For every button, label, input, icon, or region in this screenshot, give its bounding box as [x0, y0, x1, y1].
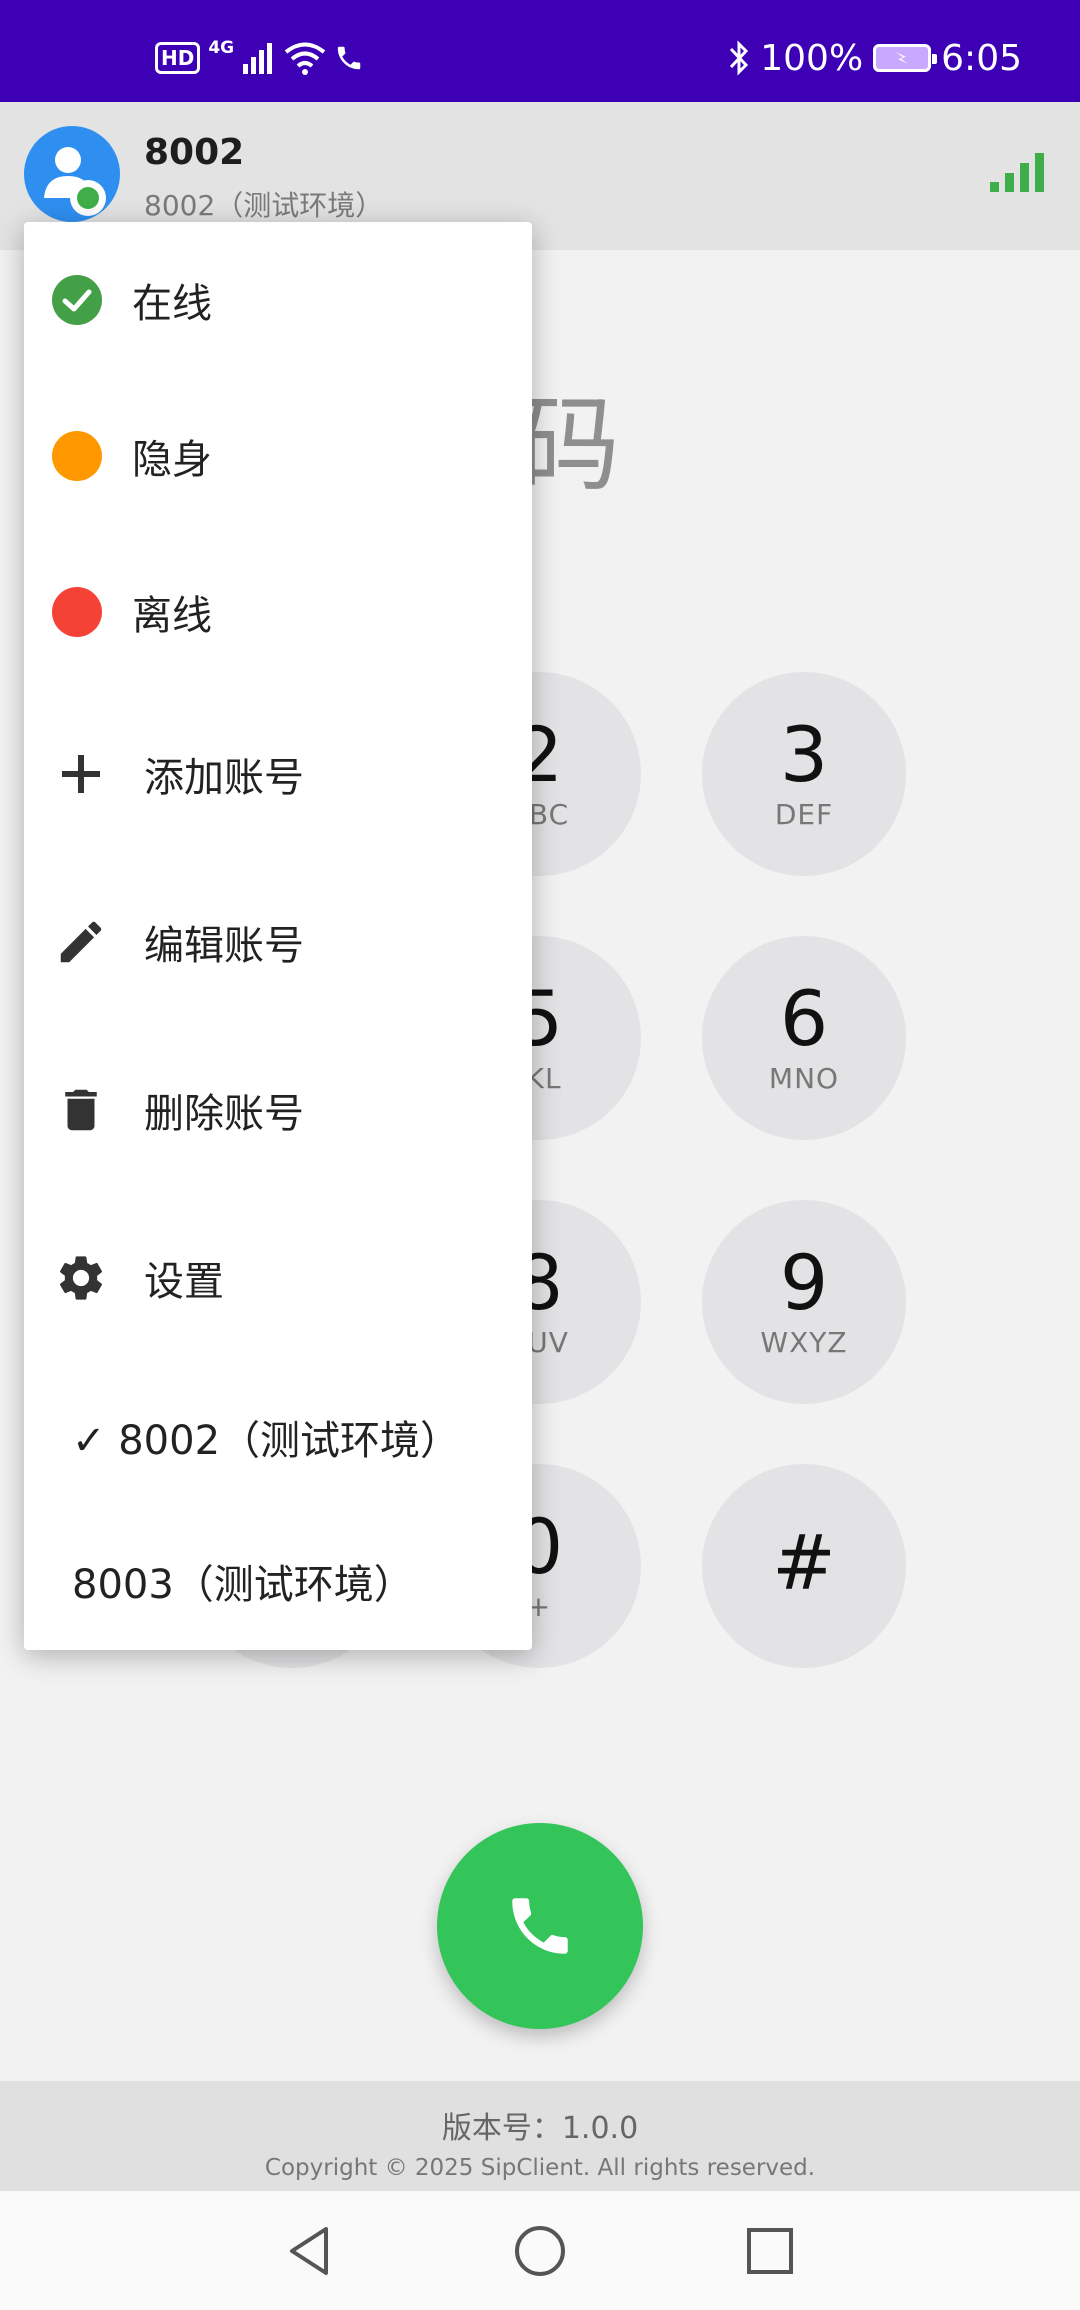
- key-hash[interactable]: #: [702, 1464, 906, 1668]
- key-letters: MNO: [768, 1062, 840, 1095]
- account-item-8003[interactable]: 8003（测试环境）: [72, 1552, 414, 1610]
- home-icon[interactable]: [510, 2221, 570, 2281]
- status-bar: HD 4G 100% 6:05: [0, 0, 1080, 102]
- pencil-icon: [60, 921, 102, 963]
- system-nav-bar: [0, 2191, 1080, 2310]
- key-digit: 9: [779, 1238, 829, 1327]
- check-circle-icon: [52, 275, 102, 325]
- menu-item-offline[interactable]: 离线: [24, 534, 532, 690]
- key-letters: DEF: [774, 798, 834, 831]
- account-menu: 在线 隐身 离线 添加账号 编辑账号 删除账号 设置 ✓ 8002（测试环境） …: [24, 222, 532, 1650]
- menu-item-label: 添加账号: [144, 755, 304, 801]
- cellular-signal-icon: [243, 43, 273, 74]
- recents-icon[interactable]: [740, 2221, 800, 2281]
- key-digit: #: [772, 1518, 836, 1607]
- phone-icon: [512, 1898, 568, 1954]
- account-label: 8002（测试环境）: [144, 189, 384, 222]
- key-letters: WXYZ: [760, 1326, 848, 1359]
- menu-item-edit-account[interactable]: 编辑账号: [24, 858, 532, 1026]
- status-dot-icon: [52, 587, 102, 637]
- back-icon[interactable]: [280, 2221, 340, 2281]
- account-number: 8002: [144, 132, 245, 173]
- call-button[interactable]: [437, 1823, 643, 2029]
- menu-item-label: 在线: [132, 281, 212, 327]
- menu-item-settings[interactable]: 设置: [24, 1194, 532, 1362]
- battery-percent: 100%: [760, 37, 864, 79]
- version-text: 版本号：1.0.0: [441, 2111, 639, 2146]
- status-dot-icon: [52, 431, 102, 481]
- call-icon: [337, 46, 361, 70]
- plus-icon: [62, 755, 100, 793]
- clock: 6:05: [941, 37, 1022, 79]
- wifi-icon: [284, 42, 326, 75]
- bluetooth-icon: [730, 40, 749, 76]
- presence-indicator-icon: [70, 180, 106, 216]
- gear-icon: [59, 1256, 103, 1300]
- key-3[interactable]: 3 DEF: [702, 672, 906, 876]
- account-item-8002[interactable]: ✓ 8002（测试环境）: [72, 1408, 460, 1466]
- menu-item-label: 删除账号: [144, 1091, 304, 1137]
- menu-item-delete-account[interactable]: 删除账号: [24, 1026, 532, 1194]
- network-type-label: 4G: [208, 38, 235, 58]
- menu-item-online[interactable]: 在线: [24, 222, 532, 378]
- key-9[interactable]: 9 WXYZ: [702, 1200, 906, 1404]
- copyright-text: Copyright © 2025 SipClient. All rights r…: [264, 2155, 816, 2181]
- status-right-icons: 100% 6:05: [728, 36, 1022, 80]
- footer: 版本号：1.0.0 Copyright © 2025 SipClient. Al…: [0, 2081, 1080, 2191]
- key-6[interactable]: 6 MNO: [702, 936, 906, 1140]
- menu-item-label: 设置: [144, 1259, 224, 1305]
- menu-item-add-account[interactable]: 添加账号: [24, 690, 532, 858]
- key-digit: 3: [779, 710, 829, 799]
- registration-signal-icon: [990, 153, 1044, 192]
- menu-item-label: 编辑账号: [144, 923, 304, 969]
- status-left-icons: HD 4G: [155, 38, 364, 78]
- trash-icon: [65, 1089, 97, 1131]
- battery-charging-icon: [873, 44, 938, 72]
- dialer-screen: HD 4G 100% 6:05 8002 8002（测试环境） 2 ABC 3 …: [0, 0, 1080, 2310]
- hd-icon: HD: [155, 42, 201, 74]
- key-digit: 6: [779, 974, 829, 1063]
- menu-item-label: 离线: [132, 593, 212, 639]
- menu-item-label: 隐身: [132, 437, 212, 483]
- menu-item-invisible[interactable]: 隐身: [24, 378, 532, 534]
